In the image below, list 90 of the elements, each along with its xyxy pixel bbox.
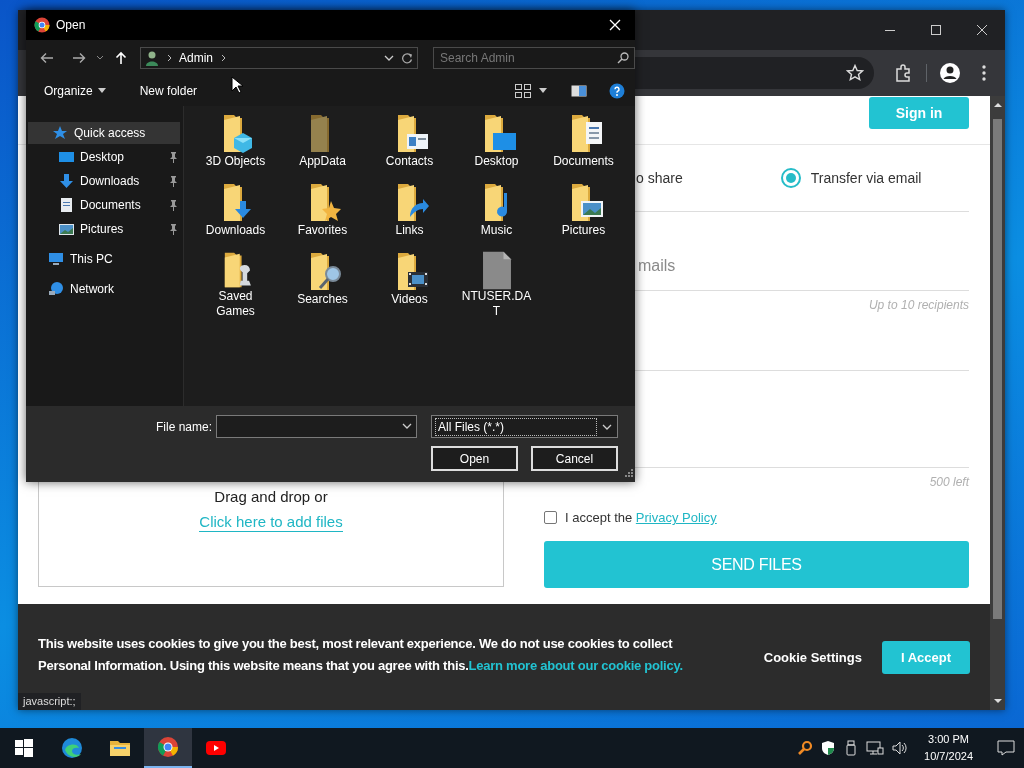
chevron-down-icon[interactable] [96,54,104,61]
organize-button[interactable]: Organize [44,83,106,98]
star-icon[interactable] [846,64,864,82]
file-name[interactable]: Downloads [199,223,272,238]
close-icon [609,19,621,31]
open-button[interactable]: Open [431,446,518,471]
notification-icon[interactable] [997,740,1015,756]
file-name[interactable]: AppData [286,154,359,169]
search-icon[interactable] [617,51,629,64]
share-option-label: o share [636,170,683,186]
file-name[interactable]: NTUSER.DAT [460,289,533,319]
drop-text: Drag and drop or [214,488,328,505]
checkbox[interactable] [544,511,557,524]
maximize-icon [930,24,942,36]
star-icon [52,125,68,141]
cancel-button[interactable]: Cancel [531,446,618,471]
taskbar-app[interactable] [144,728,192,768]
browser-swirl-icon [60,736,84,760]
pin-icon [168,199,178,211]
file-name[interactable]: Videos [373,292,446,307]
file-name[interactable]: Music [460,223,533,238]
cookie-policy-link[interactable]: Learn more about our cookie policy. [468,658,683,673]
forward-arrow-icon[interactable] [72,51,86,64]
cookie-message: This website uses cookies to give you the best, most relevant experience. We do not use cookies to collect Personal Information. Using this website means that you agree with this.Learn more about our cookie policy. [38,635,684,675]
nav-item[interactable]: Desktop [28,146,180,168]
scroll-up-icon[interactable] [993,102,1002,107]
document-icon [58,197,74,213]
speaker-icon[interactable] [891,740,910,756]
file-name-field[interactable] [216,415,417,438]
nav-item[interactable]: Quick access [28,122,180,144]
radio-button[interactable] [780,168,801,188]
user-icon [145,49,159,66]
dialog-title: Open [56,18,87,32]
file-name[interactable]: 3D Objects [199,154,272,169]
file-name[interactable]: Pictures [547,223,620,238]
download-icon [58,173,74,189]
file-name[interactable]: Favorites [286,223,359,238]
puzzle-icon[interactable] [894,64,912,82]
status-url: javascript:; [18,693,81,710]
chrome-icon [156,735,180,759]
menu-icon[interactable] [982,65,986,81]
nav-item[interactable]: Documents [28,194,180,216]
back-arrow-icon[interactable] [40,51,54,64]
preview-pane-icon[interactable] [571,84,587,97]
file-name[interactable]: Saved Games [199,289,272,319]
up-arrow-icon[interactable] [115,50,127,65]
nav-item[interactable]: Downloads [28,170,180,192]
accept-label: I accept the Privacy Policy [565,510,717,525]
characters-left: 500 left [929,475,969,489]
nav-item[interactable]: Network [28,278,180,300]
network-icon[interactable] [866,740,885,756]
file-name[interactable]: Contacts [373,154,446,169]
pin-icon [168,223,178,235]
close-icon [976,24,988,36]
file-name[interactable]: Desktop [460,154,533,169]
magnifier-icon[interactable] [797,740,814,756]
file-name-label: File name: [155,419,212,434]
resize-grip-icon[interactable] [625,469,633,477]
file-type-dropdown[interactable]: All Files (*.*) [431,415,618,438]
network-icon [48,281,64,297]
file-name[interactable]: Links [373,223,446,238]
file-name[interactable]: Documents [547,154,620,169]
clock[interactable]: 3:00 PM 10/7/2024 [924,731,973,765]
new-folder-button[interactable]: New folder [139,83,198,98]
windows-icon [12,736,36,760]
nav-item[interactable]: This PC [28,248,180,270]
breadcrumb[interactable]: Admin [179,50,213,65]
address-field[interactable]: Admin [140,46,418,69]
refresh-icon[interactable] [401,51,413,64]
monitor-icon [48,251,64,267]
shield-icon[interactable] [820,740,837,756]
help-icon[interactable] [609,82,625,99]
scrollbar[interactable] [990,96,1005,710]
nav-item[interactable]: Pictures [28,218,180,240]
cookie-settings-button[interactable]: Cookie Settings [763,649,862,665]
recipients-hint: Up to 10 recipients [868,298,969,312]
cursor-icon [231,76,243,94]
email-option-label: Transfer via email [810,170,922,186]
chevron-right-icon [219,52,227,63]
chevron-right-icon [165,52,173,63]
file-name[interactable]: Searches [286,292,359,307]
pin-icon [168,175,178,187]
view-grid-icon[interactable] [515,83,531,98]
picture-icon [58,221,74,237]
pin-icon [168,151,178,163]
scroll-down-icon[interactable] [993,699,1002,704]
chrome-icon [34,17,50,33]
monitor-icon [58,149,74,165]
profile-icon[interactable] [939,62,961,84]
search-field[interactable]: Search Admin [433,46,635,69]
